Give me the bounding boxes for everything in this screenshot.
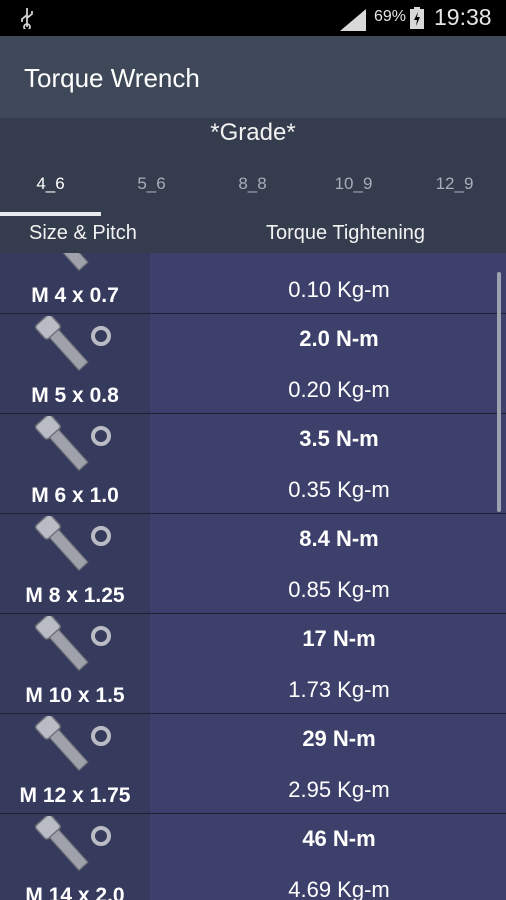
torque-header: Torque Tightening	[266, 222, 426, 244]
battery-charging-icon	[410, 7, 424, 29]
table-row[interactable]: M 12 x 1.75 29 N-m 2.95 Kg-m	[0, 714, 506, 814]
table-row[interactable]: M 8 x 1.25 8.4 N-m 0.85 Kg-m	[0, 514, 506, 614]
scrollbar[interactable]	[497, 272, 501, 512]
table-row[interactable]: M 14 x 2.0 46 N-m 4.69 Kg-m	[0, 814, 506, 900]
size-cell: M 4 x 0.7	[0, 253, 150, 313]
torque-nm-value: 8.4 N-m	[299, 526, 379, 551]
signal-icon	[340, 9, 366, 31]
torque-kgm-value: 0.10 Kg-m	[288, 277, 390, 302]
usb-icon	[21, 8, 33, 29]
tab-12-9[interactable]: 12_9	[404, 168, 505, 216]
bolt-icon	[34, 316, 111, 372]
torque-kgm-value: 2.95 Kg-m	[288, 777, 390, 802]
grade-panel: *Grade* 4_6 5_6 8_8 10_9 12_9 Size & Pit…	[0, 118, 506, 253]
tab-10-9[interactable]: 10_9	[303, 168, 404, 216]
torque-kgm-value: 0.85 Kg-m	[288, 577, 390, 602]
battery-percent: 69%	[374, 8, 407, 25]
bolt-icon	[34, 416, 111, 472]
size-cell: M 10 x 1.5	[0, 614, 150, 713]
action-bar: Torque Wrench	[0, 36, 506, 118]
size-pitch-label: M 5 x 0.8	[31, 384, 119, 407]
size-pitch-label: M 6 x 1.0	[31, 484, 119, 507]
size-pitch-label: M 12 x 1.75	[19, 784, 131, 807]
torque-kgm-value: 0.20 Kg-m	[288, 377, 390, 402]
bolt-icon	[34, 716, 111, 772]
tab-8-8[interactable]: 8_8	[202, 168, 303, 216]
table-row[interactable]: M 10 x 1.5 17 N-m 1.73 Kg-m	[0, 614, 506, 714]
table-row[interactable]: M 6 x 1.0 3.5 N-m 0.35 Kg-m	[0, 414, 506, 514]
app-title: Torque Wrench	[24, 63, 200, 93]
tab-5-6[interactable]: 5_6	[101, 168, 202, 216]
size-pitch-label: M 8 x 1.25	[25, 584, 125, 607]
size-cell: M 14 x 2.0	[0, 814, 150, 900]
torque-kgm-value: 0.35 Kg-m	[288, 477, 390, 502]
size-pitch-header: Size & Pitch	[29, 222, 137, 244]
torque-kgm-value: 4.69 Kg-m	[288, 877, 390, 900]
bolt-icon	[48, 253, 89, 272]
torque-nm-value: 17 N-m	[302, 626, 376, 651]
bolt-icon	[34, 616, 111, 672]
torque-nm-value: 29 N-m	[302, 726, 376, 751]
torque-nm-value: 3.5 N-m	[299, 426, 379, 451]
torque-kgm-value: 1.73 Kg-m	[288, 677, 390, 702]
size-pitch-label: M 14 x 2.0	[25, 884, 125, 900]
size-pitch-label: M 4 x 0.7	[31, 284, 119, 307]
tab-4-6[interactable]: 4_6	[0, 168, 101, 216]
clock: 19:38	[434, 4, 492, 30]
bolt-icon	[34, 816, 111, 872]
size-pitch-label: M 10 x 1.5	[25, 684, 125, 707]
size-cell: M 5 x 0.8	[0, 314, 150, 413]
grade-tabs: 4_6 5_6 8_8 10_9 12_9	[0, 168, 506, 216]
status-bar: 69% 19:38	[0, 0, 506, 36]
size-cell: M 8 x 1.25	[0, 514, 150, 613]
torque-list[interactable]: M 4 x 0.7 0.10 Kg-m M 5 x 0.8 2.0 N-m 0.…	[0, 253, 506, 900]
size-cell: M 6 x 1.0	[0, 414, 150, 513]
table-row[interactable]: M 4 x 0.7 0.10 Kg-m	[0, 253, 506, 314]
grade-title: *Grade*	[210, 119, 296, 146]
bolt-icon	[34, 516, 111, 572]
size-cell: M 12 x 1.75	[0, 714, 150, 813]
table-row[interactable]: M 5 x 0.8 2.0 N-m 0.20 Kg-m	[0, 314, 506, 414]
torque-nm-value: 2.0 N-m	[299, 326, 379, 351]
torque-nm-value: 46 N-m	[302, 826, 376, 851]
